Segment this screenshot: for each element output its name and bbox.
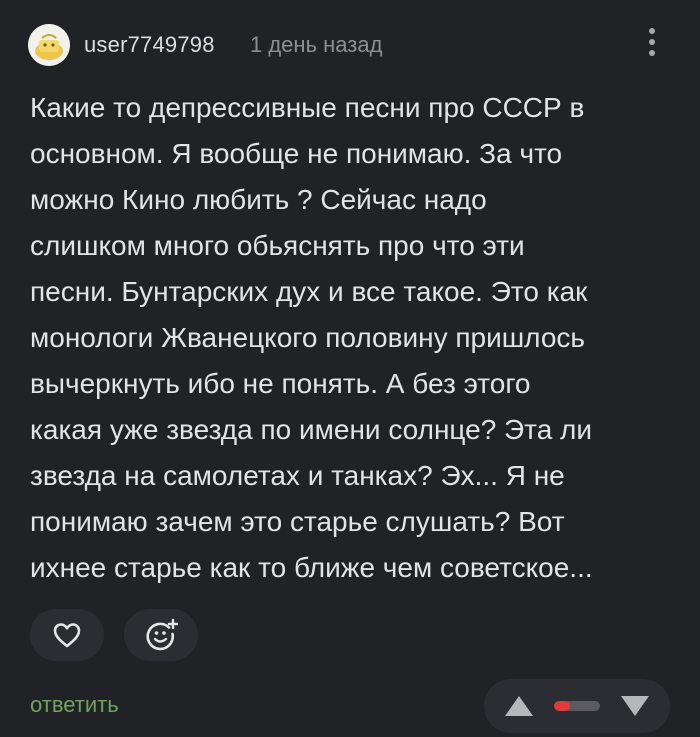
comment-timestamp: 1 день назад xyxy=(250,32,383,57)
comment-body: Какие то депрессивные песни про СССР в о… xyxy=(30,85,680,591)
comment-line: основном. Я вообще не понимаю. За что xyxy=(30,138,563,169)
comment-line: монологи Жванецкого половину пришлось xyxy=(30,322,585,353)
avatar[interactable] xyxy=(28,24,70,66)
comment-line: слишком много обьяснять про что эти xyxy=(30,230,525,261)
comment-line: можно Кино любить ? Сейчас надо xyxy=(30,184,487,215)
emoji-reaction-button[interactable] xyxy=(124,609,198,661)
rating-control xyxy=(484,679,670,733)
like-button[interactable] xyxy=(30,609,104,661)
author-name[interactable]: user7749798 xyxy=(84,32,215,58)
triangle-up-icon xyxy=(505,696,533,716)
comment-header: user7749798 1 день назад xyxy=(28,24,672,68)
more-vertical-icon[interactable] xyxy=(646,28,658,62)
triangle-down-icon xyxy=(621,696,649,716)
avatar-image xyxy=(28,24,70,66)
rating-bar xyxy=(554,701,600,711)
comment-line: какая уже звезда по имени солнце? Эта ли xyxy=(30,414,593,445)
upvote-button[interactable] xyxy=(502,693,536,719)
comment-card: user7749798 1 день назад Какие то депрес… xyxy=(0,0,700,737)
comment-line: ихнее старье как то ближе чем советское.… xyxy=(30,552,593,583)
comment-line: песни. Бунтарских дух и все такое. Это к… xyxy=(30,276,588,307)
comment-line: Какие то депрессивные песни про СССР в xyxy=(30,92,585,123)
emoji-add-icon xyxy=(146,618,179,651)
heart-icon xyxy=(53,623,81,648)
comment-line: понимаю зачем это старье слушать? Вот xyxy=(30,506,565,537)
downvote-button[interactable] xyxy=(618,693,652,719)
comment-line: вычеркнуть ибо не понять. А без этого xyxy=(30,368,531,399)
reply-link[interactable]: ответить xyxy=(30,692,119,718)
rating-negative-fill xyxy=(554,701,571,711)
comment-line: звезда на самолетах и танках? Эх... Я не xyxy=(30,460,565,491)
